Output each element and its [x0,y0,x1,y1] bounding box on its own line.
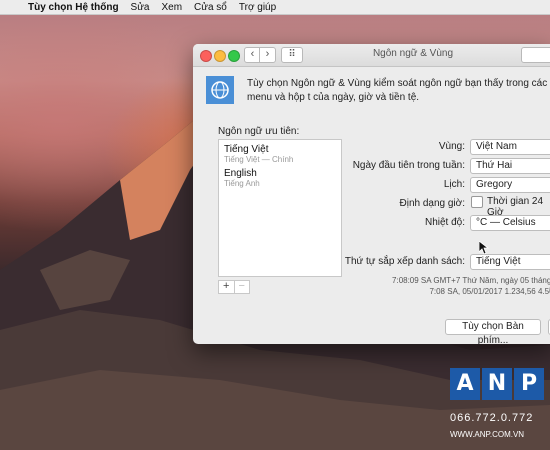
calendar-label: Lịch: [443,179,465,190]
language-subtitle: Tiếng Anh [224,179,260,188]
language-name: English [224,168,257,179]
minimize-button[interactable] [214,50,226,62]
language-name: Tiếng Việt [224,144,269,155]
temperature-popup[interactable]: °C — Celsius [470,215,550,231]
remove-language-button[interactable]: − [233,281,250,293]
sort-order-popup[interactable]: Tiếng Việt [470,254,550,270]
region-popup[interactable]: Việt Nam [470,139,550,155]
sort-order-label: Thứ tự sắp xếp danh sách: [344,256,465,267]
first-day-label: Ngày đầu tiên trong tuần: [352,160,465,171]
title-bar[interactable]: ‹ › ⠿ Ngôn ngữ & Vùng [193,44,550,67]
forward-button[interactable]: › [259,47,276,63]
watermark-url: WWW.ANP.COM.VN [450,430,525,439]
language-region-window: ‹ › ⠿ Ngôn ngữ & Vùng Tùy chọn Ngôn ngữ … [193,44,550,344]
anp-watermark: A N P 066.772.0.772 WWW.ANP.COM.VN [444,368,550,450]
keyboard-preferences-button[interactable]: Tùy chọn Bàn phím... [445,319,541,344]
description-text: Tùy chọn Ngôn ngữ & Vùng kiểm soát ngôn … [247,78,548,103]
menu-system-preferences[interactable]: Tùy chọn Hệ thống [22,2,125,13]
list-item-vietnamese[interactable]: Tiếng Việt Tiếng Việt — Chính [224,144,293,164]
time-format-label: Định dạng giờ: [399,198,466,209]
globe-flag-icon [206,76,234,104]
menu-window[interactable]: Cửa sổ [188,2,233,13]
list-controls: + − [218,280,250,294]
list-item-english[interactable]: English Tiếng Anh [224,168,260,188]
logo-letter-p: P [514,368,544,400]
logo-letter-n: N [482,368,512,400]
first-day-popup[interactable]: Thứ Hai [470,158,550,174]
24-hour-checkbox[interactable] [471,196,483,208]
preferred-languages-label: Ngôn ngữ ưu tiên: [218,126,300,137]
language-subtitle: Tiếng Việt — Chính [224,155,294,164]
calendar-popup[interactable]: Gregory [470,177,550,193]
menu-bar: Tùy chọn Hệ thống Sửa Xem Cửa sổ Trợ giú… [0,0,550,15]
menu-edit[interactable]: Sửa [125,2,156,13]
window-title: Ngôn ngữ & Vùng [372,48,454,59]
menu-help[interactable]: Trợ giúp [233,2,282,13]
search-field[interactable] [521,47,550,63]
add-language-button[interactable]: + [219,281,234,293]
close-button[interactable] [200,50,212,62]
number-sample: 7:08 SA, 05/01/2017 1.234,56 4.567 [429,287,550,296]
mouse-pointer-icon [479,241,489,255]
watermark-phone: 066.772.0.772 [450,412,534,424]
zoom-button[interactable] [228,50,240,62]
temperature-label: Nhiệt độ: [424,217,465,228]
show-all-grid-icon[interactable]: ⠿ [281,47,303,63]
region-label: Vùng: [438,141,465,152]
logo-letter-a: A [450,368,480,400]
menu-view[interactable]: Xem [155,2,188,13]
preferred-languages-list[interactable]: Tiếng Việt Tiếng Việt — Chính English Ti… [218,139,342,277]
